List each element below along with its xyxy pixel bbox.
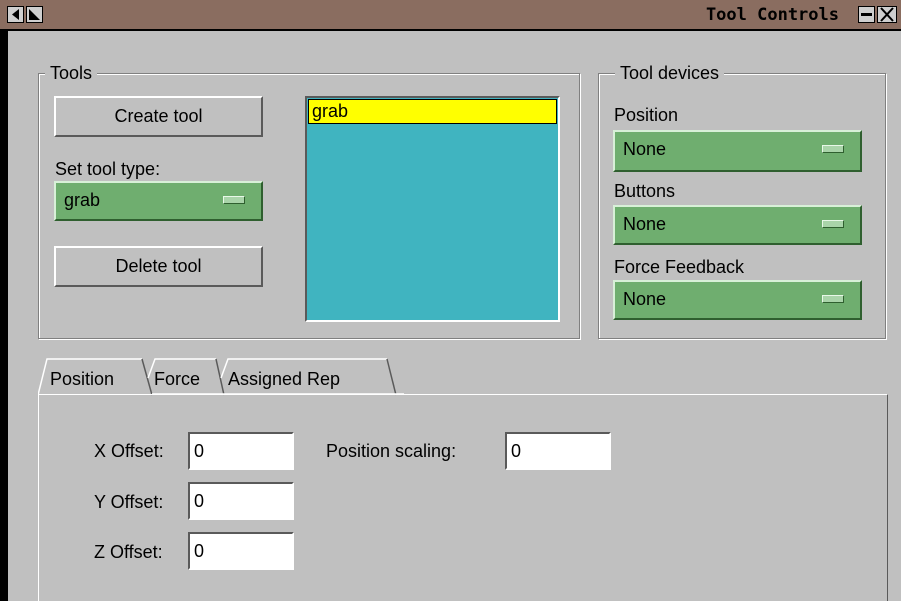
position-device-label: Position: [614, 105, 679, 125]
resize-corner-icon[interactable]: [26, 6, 43, 23]
delete-tool-button[interactable]: Delete tool: [54, 246, 263, 287]
window-left-edge: [0, 31, 8, 601]
tool-devices-group-legend: Tool devices: [615, 62, 725, 84]
close-icon[interactable]: [877, 6, 897, 23]
tool-type-select[interactable]: grab: [54, 181, 263, 221]
tab-assigned-rep[interactable]: Assigned Rep: [228, 368, 340, 390]
z-offset-label: Z Offset:: [94, 542, 163, 562]
option-menu-indicator-icon: [223, 196, 245, 204]
z-offset-field[interactable]: [188, 532, 294, 570]
back-arrow-icon[interactable]: [7, 6, 24, 23]
minimize-icon[interactable]: [858, 6, 875, 23]
window-title: Tool Controls: [705, 5, 839, 25]
set-tool-type-label: Set tool type:: [55, 159, 161, 179]
title-bar: Tool Controls: [0, 0, 901, 31]
tool-type-value: grab: [64, 190, 101, 210]
force-feedback-device-select[interactable]: None: [613, 280, 862, 320]
force-feedback-device-value: None: [623, 289, 667, 309]
position-scaling-label: Position scaling:: [326, 441, 457, 461]
tool-controls-window: Tool Controls Tools Create tool Set tool…: [0, 0, 901, 601]
option-menu-indicator-icon: [822, 145, 844, 153]
option-menu-indicator-icon: [822, 295, 844, 303]
create-tool-button[interactable]: Create tool: [54, 96, 263, 137]
buttons-device-value: None: [623, 214, 667, 234]
tools-group-legend: Tools: [45, 62, 98, 84]
tool-list[interactable]: grab: [305, 96, 560, 322]
y-offset-field[interactable]: [188, 482, 294, 520]
y-offset-label: Y Offset:: [94, 492, 164, 512]
buttons-device-label: Buttons: [614, 181, 676, 201]
position-device-select[interactable]: None: [613, 130, 862, 172]
position-tab-panel: [38, 394, 888, 601]
list-item[interactable]: grab: [308, 99, 557, 124]
buttons-device-select[interactable]: None: [613, 205, 862, 245]
tab-force[interactable]: Force: [154, 368, 200, 390]
position-scaling-field[interactable]: [505, 432, 611, 470]
x-offset-label: X Offset:: [94, 441, 164, 461]
x-offset-field[interactable]: [188, 432, 294, 470]
position-device-value: None: [623, 139, 667, 159]
option-menu-indicator-icon: [822, 220, 844, 228]
force-feedback-device-label: Force Feedback: [614, 257, 745, 277]
tab-position[interactable]: Position: [50, 368, 114, 390]
